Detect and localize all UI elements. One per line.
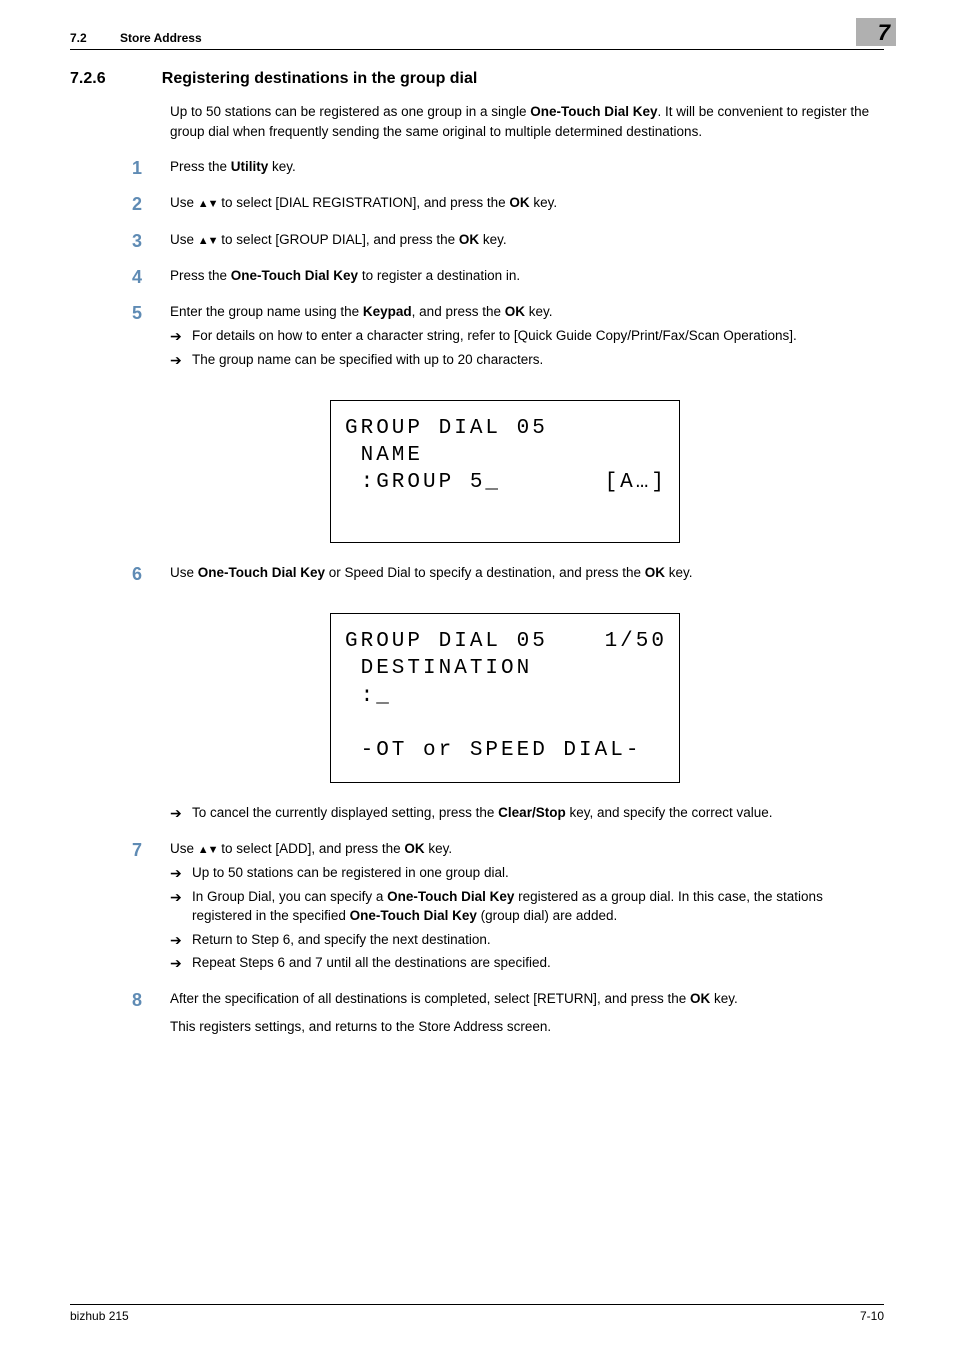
step-text: This registers settings, and returns to … <box>170 1017 884 1037</box>
step-text: Use ▲▼ to select [ADD], and press the OK… <box>170 839 884 859</box>
lcd-line: DESTINATION <box>345 655 667 682</box>
step-6: 6 Use One-Touch Dial Key or Speed Dial t… <box>132 563 884 593</box>
step-subnote: To cancel the currently displayed settin… <box>192 803 884 823</box>
section-heading: 7.2.6 Registering destinations in the gr… <box>70 70 884 88</box>
lcd-display-1: GROUP DIAL 05 NAME :GROUP 5_[A…] <box>330 400 680 543</box>
header-section-title: Store Address <box>120 31 202 45</box>
step-subnote: In Group Dial, you can specify a One-Tou… <box>192 887 884 926</box>
step-text: Press the One-Touch Dial Key to register… <box>170 266 884 286</box>
lcd-line: GROUP DIAL 05 <box>345 415 667 442</box>
page-header: 7.2 Store Address 7 <box>70 30 884 50</box>
lcd-line: :_ <box>345 683 667 710</box>
heading-number: 7.2.6 <box>70 70 158 88</box>
step-text: Press the Utility key. <box>170 157 884 177</box>
step-2: 2 Use ▲▼ to select [DIAL REGISTRATION], … <box>132 193 884 223</box>
step-subnote: Return to Step 6, and specify the next d… <box>192 930 884 950</box>
step-number: 2 <box>132 191 142 218</box>
step-text: Use One-Touch Dial Key or Speed Dial to … <box>170 563 884 583</box>
step-text: After the specification of all destinati… <box>170 989 884 1009</box>
lcd-line: NAME <box>345 442 667 469</box>
step-text: Use ▲▼ to select [GROUP DIAL], and press… <box>170 230 884 250</box>
step-subnote: Up to 50 stations can be registered in o… <box>192 863 884 883</box>
step-number: 6 <box>132 561 142 588</box>
step-7: 7 Use ▲▼ to select [ADD], and press the … <box>132 839 884 983</box>
step-subnote: Repeat Steps 6 and 7 until all the desti… <box>192 953 884 973</box>
footer-page-number: 7-10 <box>860 1309 884 1323</box>
heading-title: Registering destinations in the group di… <box>162 70 478 88</box>
lcd-line <box>345 496 667 523</box>
lcd-display-2: GROUP DIAL 051/50 DESTINATION :_ -OT or … <box>330 613 680 783</box>
step-6-notes: To cancel the currently displayed settin… <box>132 803 884 833</box>
step-text: Enter the group name using the Keypad, a… <box>170 302 884 322</box>
page-footer: bizhub 215 7-10 <box>70 1304 884 1323</box>
chapter-tab: 7 <box>856 18 896 46</box>
step-8: 8 After the specification of all destina… <box>132 989 884 1048</box>
step-number: 7 <box>132 837 142 864</box>
lcd-line <box>345 710 667 737</box>
step-3: 3 Use ▲▼ to select [GROUP DIAL], and pre… <box>132 230 884 260</box>
intro-paragraph: Up to 50 stations can be registered as o… <box>170 102 884 141</box>
step-text: Use ▲▼ to select [DIAL REGISTRATION], an… <box>170 193 884 213</box>
footer-product: bizhub 215 <box>70 1309 129 1323</box>
step-subnote: The group name can be specified with up … <box>192 350 884 370</box>
step-1: 1 Press the Utility key. <box>132 157 884 187</box>
step-number: 8 <box>132 987 142 1014</box>
lcd-line: GROUP DIAL 051/50 <box>345 628 667 655</box>
step-number: 1 <box>132 155 142 182</box>
step-subnote: For details on how to enter a character … <box>192 326 884 346</box>
step-number: 4 <box>132 264 142 291</box>
lcd-line: -OT or SPEED DIAL- <box>345 737 667 764</box>
step-number: 5 <box>132 300 142 327</box>
step-5: 5 Enter the group name using the Keypad,… <box>132 302 884 379</box>
step-number: 3 <box>132 228 142 255</box>
step-4: 4 Press the One-Touch Dial Key to regist… <box>132 266 884 296</box>
header-section-num: 7.2 <box>70 31 87 45</box>
lcd-line: :GROUP 5_[A…] <box>345 469 667 496</box>
